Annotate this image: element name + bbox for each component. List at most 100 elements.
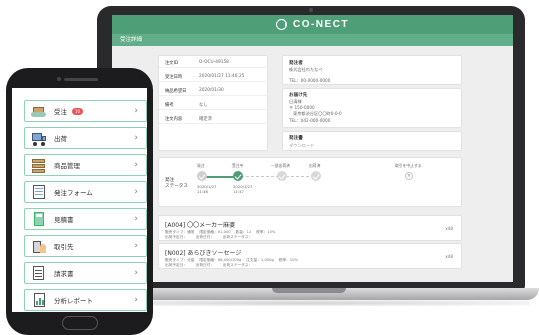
menu-item-quotes[interactable]: 見積書 › — [24, 208, 147, 230]
menu-item-orders[interactable]: 受注 10 › — [24, 100, 147, 122]
product-row[interactable]: [A004] 〇〇メーカー麻婆 販売タイプ：通常 限定価格：¥1,000 数量：… — [158, 215, 462, 241]
menu-item-reports[interactable]: 分析レポート › — [24, 289, 147, 311]
truck-icon — [31, 130, 47, 146]
status-step-done-icon — [197, 171, 207, 181]
boxes-icon — [31, 157, 47, 173]
product-title: [A004] 〇〇メーカー麻婆 — [165, 222, 236, 229]
cancel-order-button[interactable]: × — [405, 172, 413, 180]
invoice-card: 発注書 ダウンロード — [282, 131, 462, 151]
phone-home-button[interactable] — [62, 316, 98, 330]
product-meta-line1: 販売タイプ：分量 限定価格：¥8,000/100g 注文量：1,000g 税率：… — [165, 258, 298, 262]
chevron-right-icon: › — [134, 133, 138, 143]
laptop-screen: CO-NECT 受注詳細 注文ID O-OCU-49158 受注日時 2020/… — [112, 15, 513, 282]
chevron-right-icon: › — [134, 241, 138, 251]
menu-item-label: 受注 — [54, 108, 67, 116]
destination-card: お届け先 日清様 〒 150-0000 東京都渋谷区〇〇町0-0-0 TEL：0… — [282, 88, 462, 128]
menu-item-invoices[interactable]: 請求書 › — [24, 262, 147, 284]
product-title: [N002] あらびきソーセージ — [165, 250, 242, 257]
order-info-label: 受注日時 — [165, 75, 183, 80]
form-icon — [31, 184, 47, 200]
brand-logo-icon — [275, 19, 287, 30]
phone-camera — [57, 77, 61, 81]
menu-item-label: 請求書 — [54, 270, 74, 278]
status-step-pending-icon — [277, 171, 287, 181]
product-qty: x48 — [445, 226, 453, 231]
order-detail-content: 注文ID O-OCU-49158 受注日時 2020/01/27 11:46:2… — [158, 55, 462, 275]
chevron-right-icon: › — [134, 106, 138, 116]
product-meta-line2: 出荷予定日： 出荷日付： 出荷ステータス： — [165, 263, 253, 267]
order-status-card: 発注 ステータス 発注 2020/1/27 11:46 受注中 2020/1/2… — [158, 157, 462, 207]
product-meta-line2: 出荷予定日： 出荷日付： 出荷ステータス： — [165, 235, 253, 239]
menu-item-label: 発注フォーム — [54, 189, 93, 197]
invoice-icon — [31, 265, 47, 281]
chevron-right-icon: › — [134, 268, 138, 278]
destination-title: お届け先 — [289, 93, 308, 98]
status-label-line2: ステータス — [165, 184, 188, 189]
invoice-download-link[interactable]: ダウンロード — [289, 143, 314, 149]
package-receive-icon — [31, 103, 47, 119]
chevron-right-icon: › — [134, 160, 138, 170]
phone-speaker — [64, 78, 98, 81]
product-meta-line1: 販売タイプ：通常 限定価格：¥1,000 数量：12 税率：10% — [165, 230, 276, 234]
status-step-name: 受注中 — [232, 163, 244, 168]
order-info-label: 納品希望日 — [165, 89, 187, 94]
status-label: 発注 ステータス — [165, 178, 188, 190]
status-step-name: 一部出荷済 — [271, 163, 290, 168]
orderer-tel: TEL：00-0000-0000 — [289, 78, 331, 83]
menu-item-shipping[interactable]: 出荷 › — [24, 127, 147, 149]
order-info-label: 注文内容 — [165, 117, 183, 122]
app-header: CO-NECT — [112, 15, 513, 34]
product-meta: 販売タイプ：通常 限定価格：¥1,000 数量：12 税率：10% 出荷予定日：… — [165, 230, 275, 240]
order-info-label: 備考 — [165, 103, 174, 108]
brand-name: CO-NECT — [292, 19, 350, 30]
status-step-date-time: 11:47 — [233, 189, 244, 194]
orderer-card: 発注者 株式会社わたなべ TEL：00-0000-0000 — [282, 55, 462, 85]
order-info-row: 納品希望日 2020/01/30 — [159, 84, 269, 96]
chevron-right-icon: › — [134, 187, 138, 197]
order-info-value: なし — [199, 103, 208, 108]
order-info-row: 受注日時 2020/01/27 11:46:25 — [159, 70, 269, 82]
menu-item-label: 出荷 — [54, 135, 67, 143]
menu-item-products[interactable]: 商品管理 › — [24, 154, 147, 176]
page-title: 受注詳細 — [112, 34, 513, 46]
product-meta: 販売タイプ：分量 限定価格：¥8,000/100g 注文量：1,000g 税率：… — [165, 258, 298, 268]
order-info-label: 注文ID — [165, 61, 179, 66]
menu-item-label: 分析レポート — [54, 297, 93, 305]
status-step-date: 2020/1/27 11:47 — [233, 184, 252, 194]
order-info-value: O-OCU-49158 — [199, 60, 229, 65]
order-info-value: 確定済 — [199, 117, 212, 122]
status-label-line1: 発注 — [165, 178, 175, 183]
destination-address: 東京都渋谷区〇〇町0-0-0 — [293, 111, 342, 116]
status-step-pending-icon — [311, 171, 321, 181]
order-info-row: 備考 なし — [159, 98, 269, 110]
menu-item-label: 取引先 — [54, 243, 74, 251]
order-info-card: 注文ID O-OCU-49158 受注日時 2020/01/27 11:46:2… — [158, 55, 269, 151]
building-person-icon — [31, 238, 47, 254]
menu-item-label: 見積書 — [54, 216, 74, 224]
menu-badge: 10 — [72, 107, 84, 115]
device-mockup: CO-NECT 受注詳細 注文ID O-OCU-49158 受注日時 2020/… — [0, 0, 539, 335]
menu-item-partners[interactable]: 取引先 › — [24, 235, 147, 257]
orderer-name: 株式会社わたなべ — [289, 67, 323, 72]
product-row[interactable]: [N002] あらびきソーセージ 販売タイプ：分量 限定価格：¥8,000/10… — [158, 243, 462, 269]
order-info-row: 注文ID O-OCU-49158 — [159, 56, 269, 68]
product-qty: x48 — [445, 254, 453, 259]
report-chart-icon — [31, 292, 47, 308]
menu-item-label: 商品管理 — [54, 162, 80, 170]
status-step-name: 出荷済 — [309, 163, 321, 168]
status-step-date: 2020/1/27 11:46 — [197, 184, 216, 194]
orderer-title: 発注者 — [289, 61, 303, 66]
chevron-right-icon: › — [134, 214, 138, 224]
status-step-name: 発注 — [197, 163, 205, 168]
laptop-camera — [309, 8, 313, 12]
calculator-icon — [31, 211, 47, 227]
order-info-value: 2020/01/27 11:46:25 — [199, 74, 245, 79]
chevron-right-icon: › — [134, 295, 138, 305]
laptop-notch — [272, 288, 346, 293]
status-step-current-icon — [233, 171, 243, 181]
cancel-order-label: 取引を中止する — [395, 163, 422, 168]
invoice-title: 発注書 — [289, 136, 303, 141]
order-info-row: 注文内容 確定済 — [159, 112, 269, 124]
order-info-value: 2020/01/30 — [199, 88, 224, 93]
menu-item-order-form[interactable]: 発注フォーム › — [24, 181, 147, 203]
